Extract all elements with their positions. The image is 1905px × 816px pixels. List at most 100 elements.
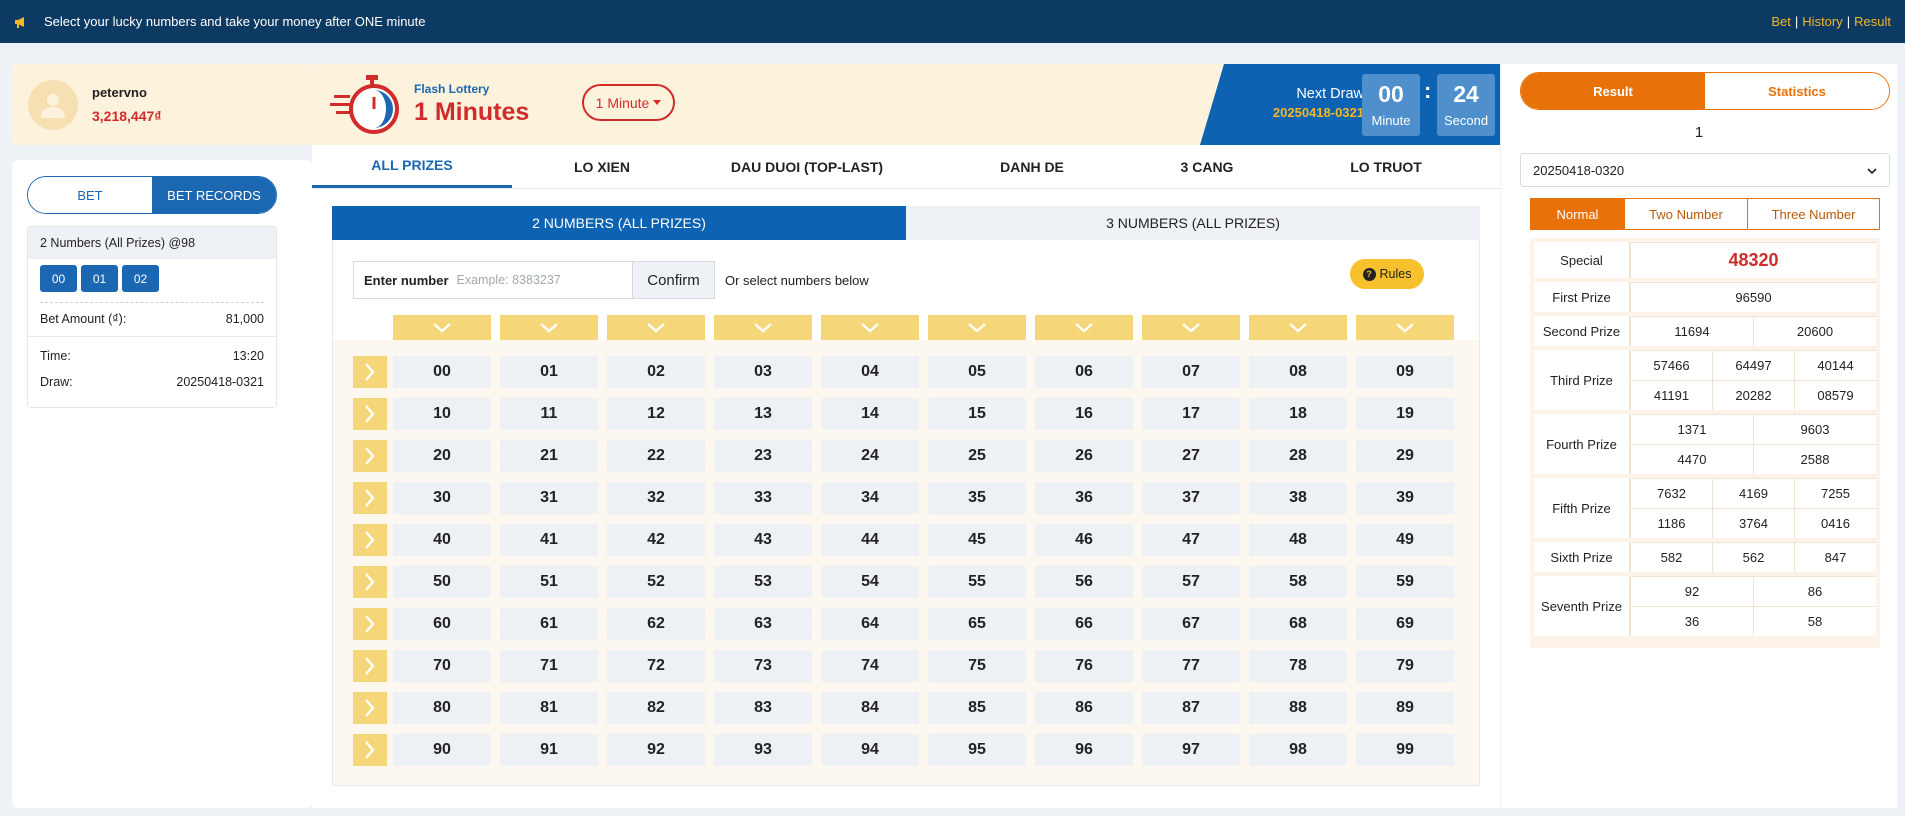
number-button[interactable]: 57	[1142, 566, 1240, 598]
number-button[interactable]: 58	[1249, 566, 1347, 598]
number-button[interactable]: 23	[714, 440, 812, 472]
tab-bet-records[interactable]: BET RECORDS	[152, 177, 276, 213]
number-button[interactable]: 21	[500, 440, 598, 472]
column-select-arrow[interactable]	[1356, 315, 1454, 340]
tab-lo-xien[interactable]: LO XIEN	[512, 145, 692, 188]
tab-three-number[interactable]: Three Number	[1747, 199, 1879, 229]
number-button[interactable]: 24	[821, 440, 919, 472]
number-button[interactable]: 71	[500, 650, 598, 682]
number-button[interactable]: 33	[714, 482, 812, 514]
result-link[interactable]: Result	[1854, 14, 1891, 29]
tab-result[interactable]: Result	[1521, 73, 1705, 109]
number-button[interactable]: 64	[821, 608, 919, 640]
bet-link[interactable]: Bet	[1771, 14, 1791, 29]
number-button[interactable]: 34	[821, 482, 919, 514]
column-select-arrow[interactable]	[1249, 315, 1347, 340]
number-button[interactable]: 29	[1356, 440, 1454, 472]
number-button[interactable]: 28	[1249, 440, 1347, 472]
row-select-arrow[interactable]	[353, 440, 387, 472]
number-button[interactable]: 59	[1356, 566, 1454, 598]
tab-dau-duoi[interactable]: DAU DUOI (TOP-LAST)	[692, 145, 922, 188]
number-button[interactable]: 95	[928, 734, 1026, 766]
tab-lo-truot[interactable]: LO TRUOT	[1272, 145, 1500, 188]
number-button[interactable]: 13	[714, 398, 812, 430]
tab-3-cang[interactable]: 3 CANG	[1142, 145, 1272, 188]
number-button[interactable]: 09	[1356, 356, 1454, 388]
number-button[interactable]: 67	[1142, 608, 1240, 640]
number-button[interactable]: 69	[1356, 608, 1454, 640]
number-button[interactable]: 86	[1035, 692, 1133, 724]
confirm-button[interactable]: Confirm	[633, 261, 715, 299]
number-button[interactable]: 30	[393, 482, 491, 514]
number-input[interactable]: Enter number Example: 8383237	[353, 261, 633, 299]
tab-3-numbers[interactable]: 3 NUMBERS (ALL PRIZES)	[906, 206, 1480, 240]
number-button[interactable]: 38	[1249, 482, 1347, 514]
row-select-arrow[interactable]	[353, 356, 387, 388]
bet-record[interactable]: 2 Numbers (All Prizes) @98 00 01 02 Bet …	[27, 226, 277, 408]
number-button[interactable]: 76	[1035, 650, 1133, 682]
number-button[interactable]: 42	[607, 524, 705, 556]
row-select-arrow[interactable]	[353, 608, 387, 640]
number-button[interactable]: 54	[821, 566, 919, 598]
tab-all-prizes[interactable]: ALL PRIZES	[312, 145, 512, 188]
number-button[interactable]: 50	[393, 566, 491, 598]
number-button[interactable]: 65	[928, 608, 1026, 640]
number-button[interactable]: 07	[1142, 356, 1240, 388]
number-button[interactable]: 17	[1142, 398, 1240, 430]
row-select-arrow[interactable]	[353, 524, 387, 556]
number-button[interactable]: 10	[393, 398, 491, 430]
number-button[interactable]: 81	[500, 692, 598, 724]
number-button[interactable]: 12	[607, 398, 705, 430]
number-button[interactable]: 46	[1035, 524, 1133, 556]
tab-danh-de[interactable]: DANH DE	[922, 145, 1142, 188]
number-button[interactable]: 40	[393, 524, 491, 556]
number-button[interactable]: 72	[607, 650, 705, 682]
number-button[interactable]: 62	[607, 608, 705, 640]
number-button[interactable]: 79	[1356, 650, 1454, 682]
number-button[interactable]: 45	[928, 524, 1026, 556]
number-button[interactable]: 93	[714, 734, 812, 766]
number-button[interactable]: 06	[1035, 356, 1133, 388]
number-button[interactable]: 00	[393, 356, 491, 388]
number-button[interactable]: 49	[1356, 524, 1454, 556]
number-button[interactable]: 75	[928, 650, 1026, 682]
number-button[interactable]: 04	[821, 356, 919, 388]
column-select-arrow[interactable]	[1035, 315, 1133, 340]
tab-bet[interactable]: BET	[28, 177, 152, 213]
rules-button[interactable]: ? Rules	[1350, 259, 1424, 289]
number-button[interactable]: 99	[1356, 734, 1454, 766]
column-select-arrow[interactable]	[714, 315, 812, 340]
number-button[interactable]: 20	[393, 440, 491, 472]
number-button[interactable]: 11	[500, 398, 598, 430]
number-button[interactable]: 02	[607, 356, 705, 388]
number-button[interactable]: 27	[1142, 440, 1240, 472]
number-button[interactable]: 55	[928, 566, 1026, 598]
tab-statistics[interactable]: Statistics	[1705, 73, 1889, 109]
row-select-arrow[interactable]	[353, 398, 387, 430]
number-button[interactable]: 39	[1356, 482, 1454, 514]
tab-2-numbers[interactable]: 2 NUMBERS (ALL PRIZES)	[332, 206, 906, 240]
number-button[interactable]: 01	[500, 356, 598, 388]
row-select-arrow[interactable]	[353, 650, 387, 682]
column-select-arrow[interactable]	[500, 315, 598, 340]
number-button[interactable]: 18	[1249, 398, 1347, 430]
number-button[interactable]: 92	[607, 734, 705, 766]
number-button[interactable]: 47	[1142, 524, 1240, 556]
row-select-arrow[interactable]	[353, 566, 387, 598]
number-button[interactable]: 32	[607, 482, 705, 514]
number-button[interactable]: 14	[821, 398, 919, 430]
number-button[interactable]: 15	[928, 398, 1026, 430]
number-button[interactable]: 74	[821, 650, 919, 682]
column-select-arrow[interactable]	[607, 315, 705, 340]
number-button[interactable]: 36	[1035, 482, 1133, 514]
number-button[interactable]: 19	[1356, 398, 1454, 430]
number-button[interactable]: 90	[393, 734, 491, 766]
number-button[interactable]: 44	[821, 524, 919, 556]
column-select-arrow[interactable]	[821, 315, 919, 340]
column-select-arrow[interactable]	[393, 315, 491, 340]
number-button[interactable]: 85	[928, 692, 1026, 724]
number-button[interactable]: 80	[393, 692, 491, 724]
number-button[interactable]: 37	[1142, 482, 1240, 514]
number-button[interactable]: 26	[1035, 440, 1133, 472]
number-button[interactable]: 05	[928, 356, 1026, 388]
